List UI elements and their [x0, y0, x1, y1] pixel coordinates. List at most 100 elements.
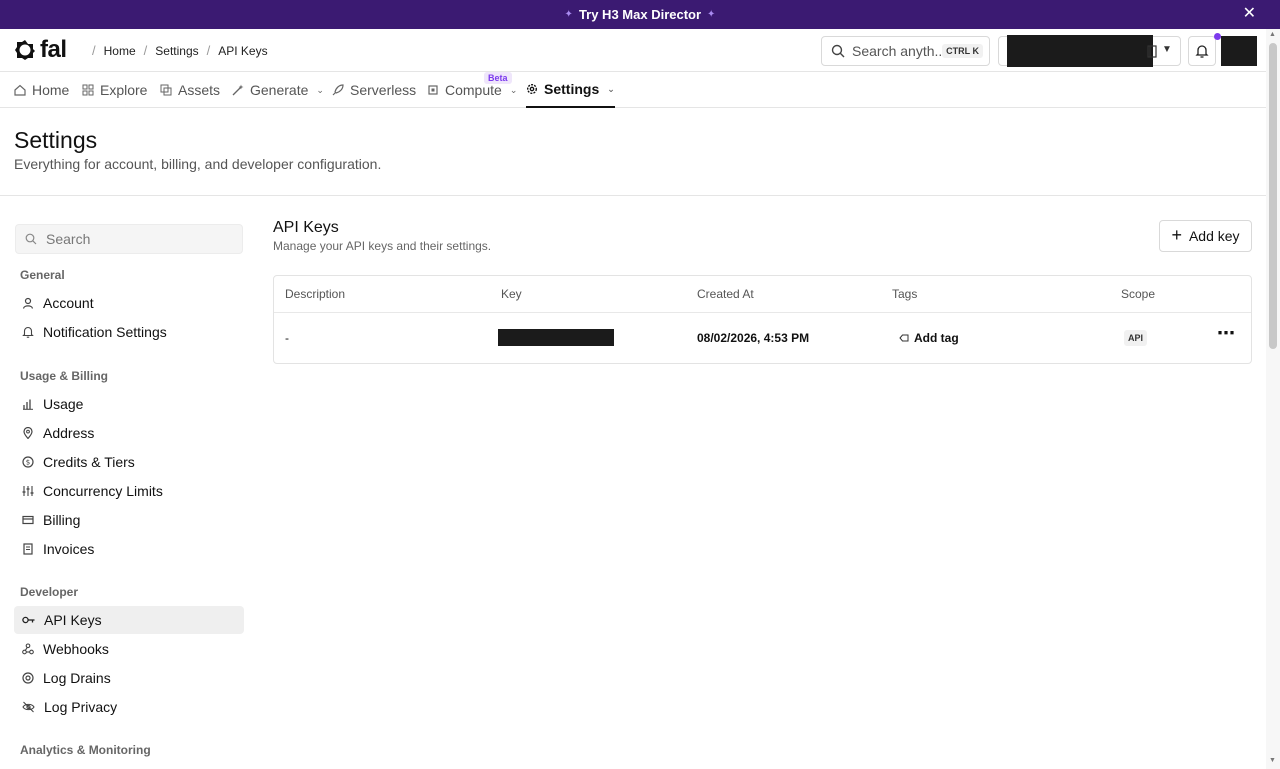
scroll-up-arrow-icon[interactable]: ▲ — [1269, 31, 1276, 38]
grid-icon — [82, 84, 94, 96]
page-scrollbar[interactable]: ▲ ▼ — [1266, 29, 1280, 769]
tab-assets[interactable]: Assets — [160, 72, 220, 108]
promo-text[interactable]: Try H3 Max Director — [579, 7, 701, 22]
chevron-down-icon: ⌄ — [509, 84, 518, 95]
sidebar-item-log-drains[interactable]: Log Drains — [14, 664, 244, 692]
sidebar-group-analytics-monitoring: Analytics & Monitoring — [20, 743, 151, 757]
column-header-description: Description — [285, 287, 346, 301]
chevron-down-icon: ⌄ — [316, 84, 324, 95]
sidebar-item-concurrency-limits[interactable]: Concurrency Limits — [14, 477, 244, 505]
search-icon — [25, 233, 37, 245]
search-icon — [831, 44, 845, 58]
tab-explore[interactable]: Explore — [82, 72, 147, 108]
sidebar-item-label: Webhooks — [43, 641, 109, 657]
shortcut-badge: CTRL K — [942, 44, 983, 58]
column-header-scope: Scope — [1121, 287, 1156, 301]
wand-icon — [232, 84, 244, 96]
sidebar-item-label: Billing — [43, 512, 81, 528]
breadcrumb-settings[interactable]: Settings — [155, 44, 198, 58]
sidebar-search-placeholder: Search — [46, 231, 91, 247]
user-icon — [22, 297, 34, 309]
global-search-input[interactable]: Search anyth... CTRL K — [821, 36, 990, 66]
tab-settings[interactable]: Settings ⌄ — [526, 72, 615, 108]
coin-icon: $ — [22, 456, 34, 468]
fal-logo[interactable]: fal — [14, 36, 67, 63]
tab-explore-label: Explore — [100, 82, 148, 98]
sidebar-item-webhooks[interactable]: Webhooks — [14, 635, 244, 663]
sidebar-group-usage-billing: Usage & Billing — [20, 369, 109, 383]
bell-icon — [22, 326, 34, 338]
tab-generate[interactable]: Generate ⌄ — [232, 72, 324, 108]
tab-serverless-label: Serverless — [350, 82, 417, 98]
table-header: Description Key Created At Tags Scope — [274, 276, 1251, 313]
promo-banner[interactable]: ✦ Try H3 Max Director ✦ ✕ — [0, 0, 1280, 29]
logo-text: fal — [40, 36, 67, 63]
sidebar-item-credits-tiers[interactable]: $ Credits & Tiers — [14, 448, 244, 476]
header-divider — [0, 195, 1266, 196]
layers-icon — [160, 84, 172, 96]
sidebar-item-invoices[interactable]: Invoices — [14, 535, 244, 563]
top-header: fal / Home / Settings / API Keys Search … — [0, 29, 1266, 72]
sidebar-item-label: Log Privacy — [44, 699, 118, 715]
add-key-button[interactable]: + Add key — [1159, 220, 1252, 252]
sliders-icon — [22, 486, 34, 496]
sidebar-item-label: Log Drains — [43, 670, 111, 686]
sidebar-search-input[interactable]: Search — [15, 224, 243, 254]
map-pin-icon — [23, 427, 33, 439]
tab-assets-label: Assets — [178, 82, 221, 98]
credit-card-icon — [22, 515, 34, 525]
beta-badge: Beta — [484, 72, 512, 84]
sidebar-item-address[interactable]: Address — [14, 419, 244, 447]
tab-compute-label: Compute — [445, 82, 502, 98]
breadcrumb-home[interactable]: Home — [104, 44, 136, 58]
column-header-created-at: Created At — [697, 287, 754, 301]
webhook-icon — [22, 643, 34, 655]
sidebar-group-general: General — [20, 268, 65, 282]
table-row: - 08/02/2026, 4:53 PM Add tag API ⋯ — [274, 313, 1251, 363]
sidebar-item-api-keys[interactable]: API Keys — [14, 606, 244, 634]
sidebar-item-label: Account — [43, 295, 94, 311]
section-title: API Keys — [273, 219, 339, 236]
sidebar-item-account[interactable]: Account — [14, 289, 244, 317]
redacted-api-key — [498, 329, 614, 346]
plus-icon: + — [1171, 225, 1182, 245]
tab-settings-label: Settings — [544, 81, 600, 97]
breadcrumb-separator: / — [206, 43, 211, 58]
page-subtitle: Everything for account, billing, and dev… — [14, 156, 382, 172]
scroll-down-arrow-icon[interactable]: ▼ — [1269, 757, 1276, 764]
search-placeholder: Search anyth... — [852, 43, 947, 59]
add-tag-button[interactable]: Add tag — [899, 331, 959, 345]
tag-icon — [899, 334, 909, 342]
sidebar-item-billing[interactable]: Billing — [14, 506, 244, 534]
chevron-down-icon: ⌄ — [607, 83, 615, 94]
main-nav: Home Explore Assets Generate ⌄ Serverles… — [0, 72, 1266, 108]
key-icon — [22, 616, 35, 624]
notifications-button[interactable] — [1188, 33, 1221, 66]
bell-icon — [1195, 45, 1209, 58]
close-icon[interactable]: ✕ — [1243, 6, 1256, 22]
scrollbar-thumb[interactable] — [1269, 43, 1277, 349]
add-tag-label: Add tag — [914, 331, 959, 345]
api-keys-table: Description Key Created At Tags Scope - … — [273, 275, 1252, 364]
sparkle-icon: ✦ — [564, 9, 573, 20]
sidebar-item-log-privacy[interactable]: Log Privacy — [14, 693, 244, 721]
sidebar-item-label: API Keys — [44, 612, 102, 628]
sidebar-item-notification-settings[interactable]: Notification Settings — [14, 318, 244, 346]
breadcrumb-api-keys[interactable]: API Keys — [218, 44, 267, 58]
docs-icon — [1147, 45, 1157, 58]
tab-home[interactable]: Home — [14, 72, 69, 108]
sidebar-item-usage[interactable]: Usage — [14, 390, 244, 418]
tab-serverless[interactable]: Serverless — [332, 72, 416, 108]
receipt-icon — [23, 543, 33, 555]
avatar[interactable] — [1221, 36, 1257, 66]
breadcrumb-separator: / — [143, 43, 148, 58]
breadcrumb: / Home / Settings / API Keys — [84, 43, 268, 58]
sidebar-group-developer: Developer — [20, 585, 79, 599]
chevron-down-icon: ▼ — [1162, 44, 1172, 55]
account-switcher[interactable]: ▼ — [998, 35, 1181, 67]
sidebar-item-label: Invoices — [43, 541, 95, 557]
sparkle-icon: ✦ — [707, 9, 716, 20]
more-actions-icon[interactable]: ⋯ — [1217, 323, 1236, 344]
column-header-tags: Tags — [892, 287, 918, 301]
sidebar-item-label: Concurrency Limits — [43, 483, 163, 499]
